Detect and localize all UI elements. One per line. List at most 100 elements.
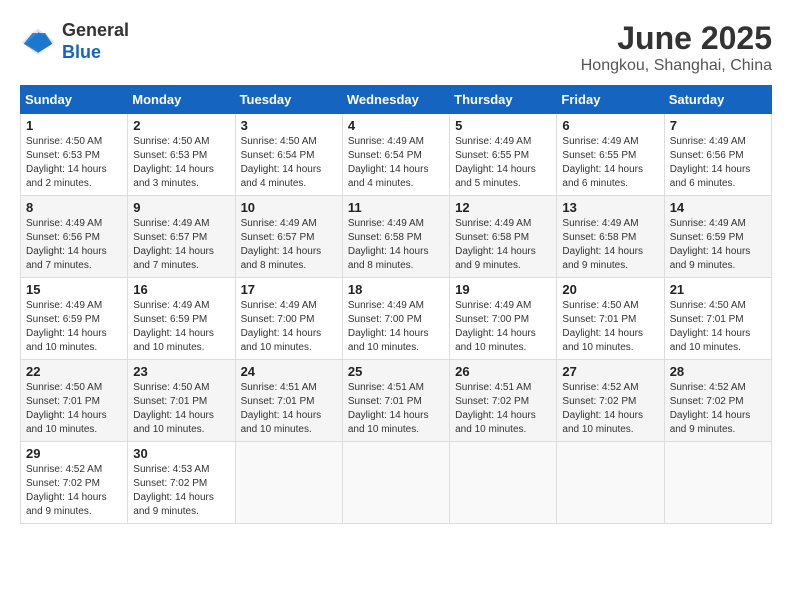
calendar-cell: 2 Sunrise: 4:50 AM Sunset: 6:53 PM Daylig… bbox=[128, 114, 235, 196]
calendar-cell bbox=[235, 442, 342, 524]
day-number: 26 bbox=[455, 364, 551, 379]
day-details: Sunrise: 4:49 AM Sunset: 6:58 PM Dayligh… bbox=[455, 217, 551, 273]
day-number: 3 bbox=[241, 118, 337, 133]
day-details: Sunrise: 4:50 AM Sunset: 7:01 PM Dayligh… bbox=[133, 381, 229, 437]
calendar-cell: 18 Sunrise: 4:49 AM Sunset: 7:00 PM Dayli… bbox=[342, 278, 449, 360]
day-number: 5 bbox=[455, 118, 551, 133]
header-sunday: Sunday bbox=[21, 86, 128, 114]
day-number: 19 bbox=[455, 282, 551, 297]
day-number: 18 bbox=[348, 282, 444, 297]
day-details: Sunrise: 4:51 AM Sunset: 7:01 PM Dayligh… bbox=[241, 381, 337, 437]
day-number: 12 bbox=[455, 200, 551, 215]
day-number: 4 bbox=[348, 118, 444, 133]
calendar-cell: 19 Sunrise: 4:49 AM Sunset: 7:00 PM Dayli… bbox=[450, 278, 557, 360]
day-number: 27 bbox=[562, 364, 658, 379]
calendar-cell: 21Sunrise: 4:50 AM Sunset: 7:01 PM Dayli… bbox=[664, 278, 771, 360]
calendar-cell bbox=[342, 442, 449, 524]
day-number: 11 bbox=[348, 200, 444, 215]
calendar-cell: 12 Sunrise: 4:49 AM Sunset: 6:58 PM Dayli… bbox=[450, 196, 557, 278]
subtitle: Hongkou, Shanghai, China bbox=[581, 57, 772, 75]
calendar-cell: 16Sunrise: 4:49 AM Sunset: 6:59 PM Dayli… bbox=[128, 278, 235, 360]
calendar-cell: 7 Sunrise: 4:49 AM Sunset: 6:56 PM Daylig… bbox=[664, 114, 771, 196]
calendar-cell: 5 Sunrise: 4:49 AM Sunset: 6:55 PM Daylig… bbox=[450, 114, 557, 196]
day-details: Sunrise: 4:49 AM Sunset: 6:56 PM Dayligh… bbox=[26, 217, 122, 273]
day-number: 20 bbox=[562, 282, 658, 297]
day-details: Sunrise: 4:51 AM Sunset: 7:02 PM Dayligh… bbox=[455, 381, 551, 437]
week-row-5: 29Sunrise: 4:52 AM Sunset: 7:02 PM Dayli… bbox=[21, 442, 772, 524]
week-row-3: 15 Sunrise: 4:49 AM Sunset: 6:59 PM Dayli… bbox=[21, 278, 772, 360]
header-friday: Friday bbox=[557, 86, 664, 114]
day-details: Sunrise: 4:49 AM Sunset: 6:57 PM Dayligh… bbox=[133, 217, 229, 273]
calendar-cell: 29Sunrise: 4:52 AM Sunset: 7:02 PM Dayli… bbox=[21, 442, 128, 524]
header-saturday: Saturday bbox=[664, 86, 771, 114]
calendar-cell: 24 Sunrise: 4:51 AM Sunset: 7:01 PM Dayli… bbox=[235, 360, 342, 442]
day-number: 22 bbox=[26, 364, 122, 379]
calendar-cell: 1Sunrise: 4:50 AM Sunset: 6:53 PM Daylig… bbox=[21, 114, 128, 196]
calendar-cell: 4 Sunrise: 4:49 AM Sunset: 6:54 PM Daylig… bbox=[342, 114, 449, 196]
calendar-header-row: SundayMondayTuesdayWednesdayThursdayFrid… bbox=[21, 86, 772, 114]
day-details: Sunrise: 4:50 AM Sunset: 6:54 PM Dayligh… bbox=[241, 135, 337, 191]
day-details: Sunrise: 4:49 AM Sunset: 6:55 PM Dayligh… bbox=[562, 135, 658, 191]
day-details: Sunrise: 4:49 AM Sunset: 6:55 PM Dayligh… bbox=[455, 135, 551, 191]
day-details: Sunrise: 4:49 AM Sunset: 6:59 PM Dayligh… bbox=[670, 217, 766, 273]
day-details: Sunrise: 4:49 AM Sunset: 6:54 PM Dayligh… bbox=[348, 135, 444, 191]
day-number: 2 bbox=[133, 118, 229, 133]
day-details: Sunrise: 4:52 AM Sunset: 7:02 PM Dayligh… bbox=[670, 381, 766, 437]
day-details: Sunrise: 4:49 AM Sunset: 7:00 PM Dayligh… bbox=[455, 299, 551, 355]
header-monday: Monday bbox=[128, 86, 235, 114]
header: General Blue June 2025 Hongkou, Shanghai… bbox=[20, 20, 772, 75]
day-number: 10 bbox=[241, 200, 337, 215]
day-details: Sunrise: 4:49 AM Sunset: 6:58 PM Dayligh… bbox=[348, 217, 444, 273]
day-number: 24 bbox=[241, 364, 337, 379]
day-number: 8 bbox=[26, 200, 122, 215]
day-details: Sunrise: 4:50 AM Sunset: 6:53 PM Dayligh… bbox=[133, 135, 229, 191]
day-details: Sunrise: 4:52 AM Sunset: 7:02 PM Dayligh… bbox=[26, 463, 122, 519]
day-number: 6 bbox=[562, 118, 658, 133]
calendar-cell: 13Sunrise: 4:49 AM Sunset: 6:58 PM Dayli… bbox=[557, 196, 664, 278]
day-number: 7 bbox=[670, 118, 766, 133]
day-number: 14 bbox=[670, 200, 766, 215]
day-number: 17 bbox=[241, 282, 337, 297]
calendar-cell: 3 Sunrise: 4:50 AM Sunset: 6:54 PM Daylig… bbox=[235, 114, 342, 196]
main-title: June 2025 bbox=[581, 20, 772, 57]
calendar-cell: 28Sunrise: 4:52 AM Sunset: 7:02 PM Dayli… bbox=[664, 360, 771, 442]
calendar-cell: 30Sunrise: 4:53 AM Sunset: 7:02 PM Dayli… bbox=[128, 442, 235, 524]
day-number: 15 bbox=[26, 282, 122, 297]
logo: General Blue bbox=[20, 20, 129, 63]
calendar-cell: 20 Sunrise: 4:50 AM Sunset: 7:01 PM Dayli… bbox=[557, 278, 664, 360]
calendar-cell: 27 Sunrise: 4:52 AM Sunset: 7:02 PM Dayli… bbox=[557, 360, 664, 442]
logo-general-text: General bbox=[62, 20, 129, 40]
calendar-cell: 9Sunrise: 4:49 AM Sunset: 6:57 PM Daylig… bbox=[128, 196, 235, 278]
calendar-cell: 22 Sunrise: 4:50 AM Sunset: 7:01 PM Dayli… bbox=[21, 360, 128, 442]
calendar-cell: 14 Sunrise: 4:49 AM Sunset: 6:59 PM Dayli… bbox=[664, 196, 771, 278]
day-details: Sunrise: 4:50 AM Sunset: 7:01 PM Dayligh… bbox=[26, 381, 122, 437]
calendar-cell: 10 Sunrise: 4:49 AM Sunset: 6:57 PM Dayli… bbox=[235, 196, 342, 278]
day-details: Sunrise: 4:50 AM Sunset: 7:01 PM Dayligh… bbox=[562, 299, 658, 355]
calendar-cell: 17Sunrise: 4:49 AM Sunset: 7:00 PM Dayli… bbox=[235, 278, 342, 360]
calendar-cell bbox=[664, 442, 771, 524]
header-tuesday: Tuesday bbox=[235, 86, 342, 114]
day-number: 16 bbox=[133, 282, 229, 297]
day-details: Sunrise: 4:49 AM Sunset: 6:59 PM Dayligh… bbox=[26, 299, 122, 355]
calendar-cell: 26 Sunrise: 4:51 AM Sunset: 7:02 PM Dayli… bbox=[450, 360, 557, 442]
day-details: Sunrise: 4:49 AM Sunset: 6:57 PM Dayligh… bbox=[241, 217, 337, 273]
calendar-cell: 11 Sunrise: 4:49 AM Sunset: 6:58 PM Dayli… bbox=[342, 196, 449, 278]
day-number: 21 bbox=[670, 282, 766, 297]
week-row-4: 22 Sunrise: 4:50 AM Sunset: 7:01 PM Dayli… bbox=[21, 360, 772, 442]
day-details: Sunrise: 4:49 AM Sunset: 7:00 PM Dayligh… bbox=[348, 299, 444, 355]
day-details: Sunrise: 4:53 AM Sunset: 7:02 PM Dayligh… bbox=[133, 463, 229, 519]
calendar-cell: 23 Sunrise: 4:50 AM Sunset: 7:01 PM Dayli… bbox=[128, 360, 235, 442]
day-details: Sunrise: 4:50 AM Sunset: 6:53 PM Dayligh… bbox=[26, 135, 122, 191]
day-details: Sunrise: 4:49 AM Sunset: 6:56 PM Dayligh… bbox=[670, 135, 766, 191]
day-details: Sunrise: 4:51 AM Sunset: 7:01 PM Dayligh… bbox=[348, 381, 444, 437]
calendar-cell: 6 Sunrise: 4:49 AM Sunset: 6:55 PM Daylig… bbox=[557, 114, 664, 196]
logo-icon bbox=[20, 24, 56, 60]
header-wednesday: Wednesday bbox=[342, 86, 449, 114]
day-number: 13 bbox=[562, 200, 658, 215]
day-details: Sunrise: 4:52 AM Sunset: 7:02 PM Dayligh… bbox=[562, 381, 658, 437]
day-number: 25 bbox=[348, 364, 444, 379]
calendar-cell: 15 Sunrise: 4:49 AM Sunset: 6:59 PM Dayli… bbox=[21, 278, 128, 360]
calendar-cell bbox=[557, 442, 664, 524]
day-number: 23 bbox=[133, 364, 229, 379]
week-row-1: 1Sunrise: 4:50 AM Sunset: 6:53 PM Daylig… bbox=[21, 114, 772, 196]
